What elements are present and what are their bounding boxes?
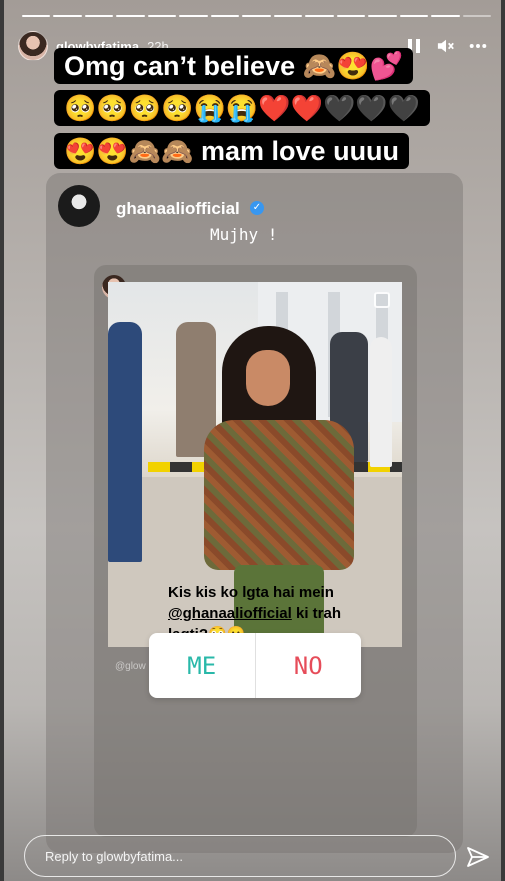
caption-line-a: Kis kis ko lgta hai mein — [168, 584, 334, 601]
progress-segment — [116, 15, 145, 17]
progress-segment — [399, 15, 429, 17]
progress-segment — [368, 15, 397, 17]
progress-segment — [84, 15, 114, 17]
progress-segment — [431, 15, 460, 17]
shared-post-photo[interactable]: Kis kis ko lgta hai mein @ghanaalioffici… — [108, 282, 402, 647]
quoted-message: Mujhy ! — [210, 225, 278, 244]
progress-segment — [22, 15, 51, 17]
gallery-icon — [374, 292, 390, 308]
verified-badge-icon: ✓ — [250, 201, 264, 215]
progress-segment — [210, 15, 240, 17]
progress-segment — [179, 15, 208, 17]
progress-segment — [147, 15, 177, 17]
story-viewer[interactable]: glowbyfatima 22h Omg can’t believe 🙈😍💕 🥺… — [4, 0, 501, 881]
caption-line-b-rest: ki trah — [296, 605, 342, 622]
progress-segment — [242, 15, 271, 17]
more-icon[interactable] — [469, 37, 487, 55]
caption-line-3-emojis: 😍😍🙈🙈 — [64, 136, 194, 166]
mute-icon[interactable] — [437, 37, 455, 55]
progress-segment — [336, 15, 366, 17]
caption-line-2: 🥺🥺🥺🥺😭😭❤️❤️🖤🖤🖤 — [54, 90, 431, 126]
progress-segment — [462, 15, 492, 17]
photo-woman-blouse — [204, 420, 354, 570]
reply-input[interactable]: Reply to glowbyfatima... — [24, 835, 456, 877]
progress-segment — [273, 15, 303, 17]
story-progress-bar — [22, 15, 492, 17]
quoted-author-name[interactable]: ghanaaliofficial — [116, 199, 240, 219]
send-icon[interactable] — [466, 845, 490, 869]
photo-woman-face — [246, 350, 290, 406]
poll-option-me[interactable]: ME — [149, 633, 256, 698]
caption-line-3: 😍😍🙈🙈 mam love uuuu — [54, 133, 410, 169]
mention-link[interactable]: @ghanaaliofficial — [168, 605, 292, 622]
progress-segment — [305, 15, 334, 17]
caption-line-b: @ghanaaliofficial ki trah — [168, 603, 341, 624]
quoted-author-avatar[interactable] — [58, 185, 100, 227]
avatar[interactable] — [18, 31, 48, 61]
progress-segment — [53, 15, 82, 17]
caption-line-3-text: mam love uuuu — [201, 136, 400, 166]
poll-sticker: ME NO — [149, 633, 361, 698]
photo-bystander — [370, 337, 392, 467]
story-controls — [405, 37, 487, 55]
shared-post-card[interactable]: glowbyfatima Kis kis ko lgta hai me — [94, 265, 417, 837]
caption-line-1: Omg can’t believe 🙈😍💕 — [54, 48, 414, 84]
photo-bystander — [108, 322, 142, 562]
poll-option-no[interactable]: NO — [256, 633, 362, 698]
reply-placeholder: Reply to glowbyfatima... — [45, 848, 184, 864]
watermark: @glow — [115, 661, 146, 672]
